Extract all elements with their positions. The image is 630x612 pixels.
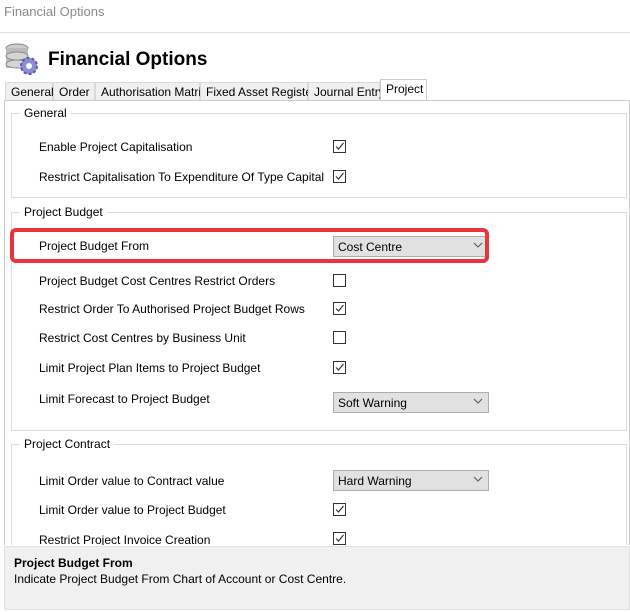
row-label: Limit Order value to Contract value bbox=[39, 474, 225, 488]
enable-project-capitalisation-checkbox[interactable] bbox=[333, 140, 346, 153]
row-label: Enable Project Capitalisation bbox=[39, 140, 193, 154]
dropdown-value: Hard Warning bbox=[338, 474, 412, 488]
limit-forecast-dropdown[interactable]: Soft Warning bbox=[333, 392, 489, 413]
tab-project[interactable]: Project bbox=[380, 79, 427, 101]
window-title: Financial Options bbox=[4, 4, 105, 19]
group-title: General bbox=[20, 106, 71, 120]
group-title: Project Contract bbox=[20, 437, 115, 451]
database-gear-icon bbox=[5, 43, 38, 75]
page-title: Financial Options bbox=[48, 49, 208, 70]
row-label: Limit Project Plan Items to Project Budg… bbox=[39, 361, 261, 375]
group-general: General Enable Project Capitalisation Re… bbox=[11, 106, 627, 198]
limit-order-project-budget-checkbox[interactable] bbox=[333, 503, 346, 516]
dropdown-value: Soft Warning bbox=[338, 396, 407, 410]
row-label: Restrict Order To Authorised Project Bud… bbox=[39, 302, 305, 316]
restrict-cost-centres-business-unit-checkbox[interactable] bbox=[333, 331, 346, 344]
tab-panel-project: General Enable Project Capitalisation Re… bbox=[4, 100, 630, 545]
tab-journal-entry[interactable]: Journal Entry bbox=[308, 82, 385, 101]
chevron-down-icon bbox=[473, 476, 483, 482]
chevron-down-icon bbox=[473, 398, 483, 404]
divider bbox=[0, 32, 630, 33]
limit-order-contract-dropdown[interactable]: Hard Warning bbox=[333, 470, 489, 491]
group-title: Project Budget bbox=[20, 205, 107, 219]
restrict-order-authorised-rows-checkbox[interactable] bbox=[333, 302, 346, 315]
row-label: Restrict Cost Centres by Business Unit bbox=[39, 331, 246, 345]
tab-order[interactable]: Order bbox=[53, 82, 95, 101]
row-label: Project Budget Cost Centres Restrict Ord… bbox=[39, 274, 276, 288]
restrict-project-invoice-checkbox[interactable] bbox=[333, 532, 346, 545]
row-label: Restrict Project Invoice Creation bbox=[39, 533, 211, 545]
row-label: Limit Forecast to Project Budget bbox=[39, 392, 210, 406]
tab-fixed-asset-register[interactable]: Fixed Asset Register bbox=[200, 82, 316, 101]
restrict-capitalisation-checkbox[interactable] bbox=[333, 170, 346, 183]
group-project-contract: Project Contract Limit Order value to Co… bbox=[11, 437, 627, 545]
limit-plan-items-checkbox[interactable] bbox=[333, 361, 346, 374]
row-label: Restrict Capitalisation To Expenditure O… bbox=[39, 170, 325, 184]
highlight-box bbox=[10, 228, 489, 263]
tab-authorisation-matrix[interactable]: Authorisation Matrix bbox=[95, 82, 207, 101]
cost-centres-restrict-orders-checkbox[interactable] bbox=[333, 274, 346, 287]
help-description: Indicate Project Budget From Chart of Ac… bbox=[14, 572, 347, 586]
row-label: Limit Order value to Project Budget bbox=[39, 503, 226, 517]
help-panel: Project Budget From Indicate Project Bud… bbox=[4, 546, 630, 610]
help-title: Project Budget From bbox=[14, 556, 133, 570]
tab-general[interactable]: General bbox=[5, 82, 54, 101]
